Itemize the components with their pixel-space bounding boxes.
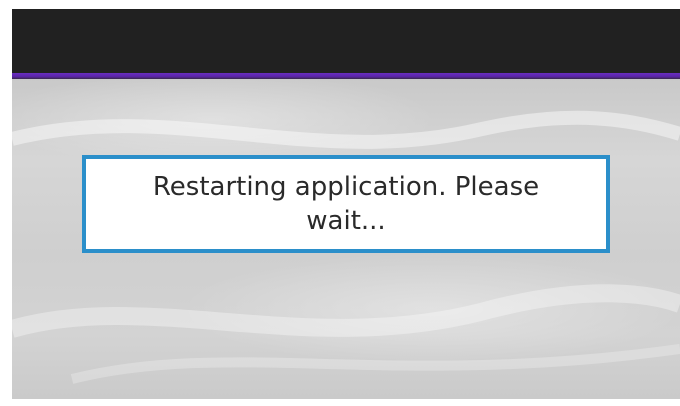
app-screen: Restarting application. Please wait... <box>12 9 680 399</box>
restart-message: Restarting application. Please wait... <box>152 172 540 236</box>
top-bar <box>12 9 680 73</box>
restart-dialog: Restarting application. Please wait... <box>82 155 610 253</box>
